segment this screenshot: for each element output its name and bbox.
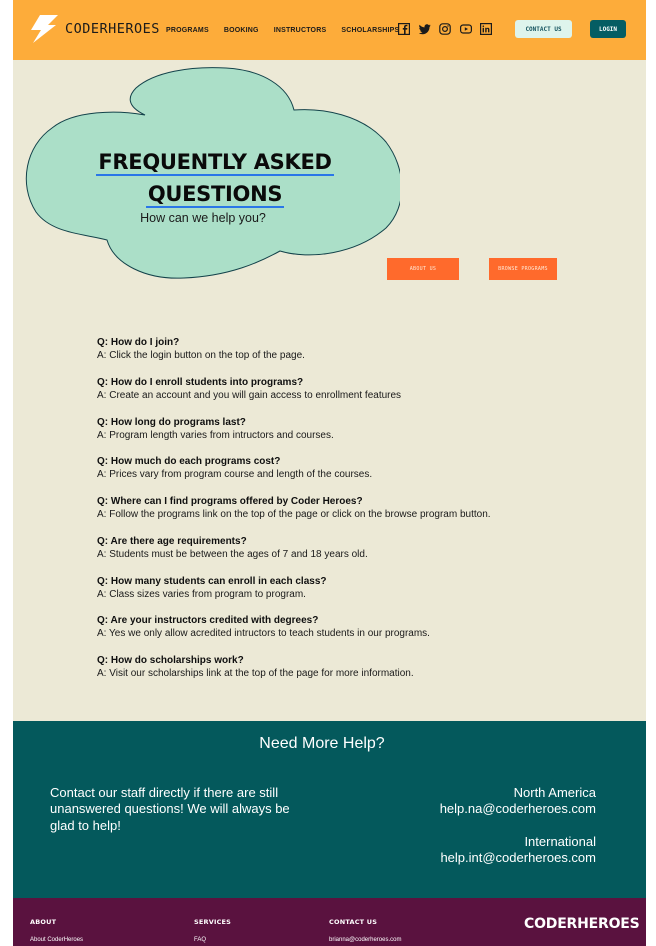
faq-item: Q: How do I enroll students into program… [97,376,617,416]
faq-question: Q: How much do each programs cost? [97,456,281,468]
youtube-icon[interactable] [459,23,472,35]
page-title: FREQUENTLY ASKED QUESTIONS [85,146,345,210]
faq-main: FREQUENTLY ASKED QUESTIONS How can we he… [13,60,646,721]
login-button[interactable]: LOGIN [590,20,626,38]
faq-question: Q: How long do programs last? [97,416,246,428]
title-line-2: QUESTIONS [145,182,285,208]
faq-question: Q: How do I join? [97,337,180,348]
faq-answer: A: Create an account and you will gain a… [97,389,402,401]
email-link-na[interactable]: help.na@coderheroes.com [440,801,596,817]
facebook-icon[interactable] [398,23,410,35]
faq-item: Q: Are there age requirements? A: Studen… [97,535,617,575]
faq-answer: A: Visit our scholarships link at the to… [97,668,414,679]
faq-answer: A: Students must be between the ages of … [97,548,368,560]
faq-item: Q: Are your instructors credited with de… [97,614,617,654]
faq-question: Q: Are your instructors credited with de… [97,615,319,627]
footer-email-link[interactable]: brianna@coderheroes.com [329,937,401,943]
faq-answer: A: Class sizes varies from program to pr… [97,588,306,600]
footer-brand-logo[interactable]: CODERHEROES [524,916,640,932]
faq-answer: A: Yes we only allow acredited intructor… [97,628,430,640]
faq-question: Q: Are there age requirements? [97,535,247,547]
contact-us-button[interactable]: CONTACT US [515,20,572,38]
footer-contact-col: CONTACT US brianna@coderheroes.com [329,918,401,943]
nav-booking[interactable]: BOOKING [224,27,259,34]
faq-item: Q: How long do programs last? A: Program… [97,416,617,456]
twitter-icon[interactable] [418,23,431,35]
footer-about-col: ABOUT About CoderHeroes [30,918,83,943]
instagram-icon[interactable] [439,23,451,35]
footer-about-heading: ABOUT [30,918,57,926]
faq-item: Q: Where can I find programs offered by … [97,495,617,535]
faq-item: Q: How do scholarships work? A: Visit ou… [97,654,617,694]
page-frame: CODERHEROES PROGRAMS BOOKING INSTRUCTORS… [13,0,646,946]
footer-contact-heading: CONTACT US [329,918,378,926]
faq-answer: A: Prices vary from program course and l… [97,469,373,481]
logo-text: CODERHEROES [65,21,160,37]
footer-services-col: SERVICES FAQ [194,918,231,943]
faq-question: Q: How do I enroll students into program… [97,376,304,388]
nav-scholarships[interactable]: SCHOLARSHIPS [341,27,399,34]
faq-answer: A: Program length varies from intructors… [97,429,334,441]
faq-item: Q: How much do each programs cost? A: Pr… [97,455,617,495]
nav-programs[interactable]: PROGRAMS [166,27,209,34]
logo[interactable]: CODERHEROES [29,14,160,44]
faq-question: Q: Where can I find programs offered by … [97,496,363,507]
about-us-button[interactable]: ABOUT US [387,258,459,280]
faq-item: Q: How many students can enroll in each … [97,575,617,615]
page-subtitle: How can we help you? [140,211,266,225]
social-links [398,23,501,35]
help-contact-na: North America help.na@coderheroes.com [440,785,596,818]
browse-programs-button[interactable]: BROWSE PROGRAMS [489,258,557,280]
help-title: Need More Help? [259,735,385,752]
main-nav: PROGRAMS BOOKING INSTRUCTORS SCHOLARSHIP… [166,27,414,34]
faq-list: Q: How do I join? A: Click the login but… [97,336,617,694]
faq-question: Q: How many students can enroll in each … [97,575,327,587]
footer-services-heading: SERVICES [194,918,232,926]
site-header: CODERHEROES PROGRAMS BOOKING INSTRUCTORS… [13,0,646,60]
nav-instructors[interactable]: INSTRUCTORS [274,27,327,34]
faq-answer: A: Follow the programs link on the top o… [97,509,491,520]
region-label-intl: International [524,834,596,849]
help-text: Contact our staff directly if there are … [50,785,290,833]
help-contact-intl: International help.int@coderheroes.com [440,834,596,867]
faq-item: Q: How do I join? A: Click the login but… [97,336,617,376]
linkedin-icon[interactable] [480,23,492,35]
footer-faq-link[interactable]: FAQ [194,937,231,943]
faq-answer: A: Click the login button on the top of … [97,350,305,361]
faq-question: Q: How do scholarships work? [97,655,244,666]
title-line-1: FREQUENTLY ASKED [96,150,334,176]
email-link-intl[interactable]: help.int@coderheroes.com [440,850,596,866]
lightning-bolt-icon [31,15,58,43]
footer-about-link[interactable]: About CoderHeroes [30,937,83,943]
help-section: Need More Help? Contact our staff direct… [13,721,646,898]
region-label-na: North America [513,785,596,800]
site-footer: ABOUT About CoderHeroes SERVICES FAQ CON… [13,898,646,946]
